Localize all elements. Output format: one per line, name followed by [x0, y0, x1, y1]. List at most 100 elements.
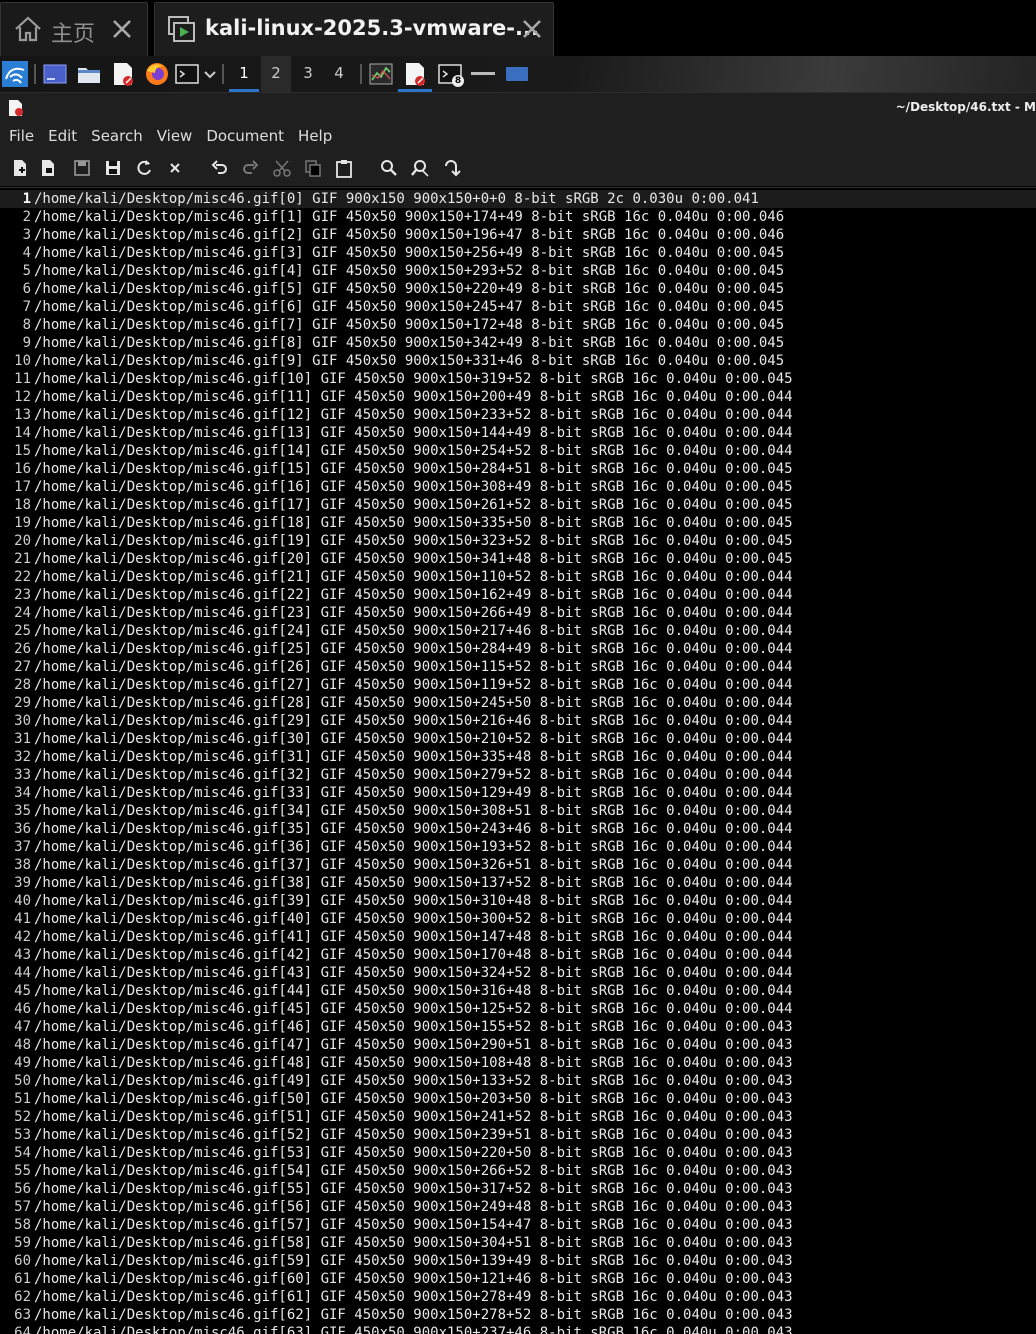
code-line[interactable]: 21/home/kali/Desktop/misc46.gif[20] GIF …	[0, 550, 1036, 568]
code-line[interactable]: 37/home/kali/Desktop/misc46.gif[36] GIF …	[0, 838, 1036, 856]
code-line[interactable]: 51/home/kali/Desktop/misc46.gif[50] GIF …	[0, 1090, 1036, 1108]
code-line[interactable]: 41/home/kali/Desktop/misc46.gif[40] GIF …	[0, 910, 1036, 928]
code-line[interactable]: 38/home/kali/Desktop/misc46.gif[37] GIF …	[0, 856, 1036, 874]
code-line[interactable]: 13/home/kali/Desktop/misc46.gif[12] GIF …	[0, 406, 1036, 424]
code-line[interactable]: 32/home/kali/Desktop/misc46.gif[31] GIF …	[0, 748, 1036, 766]
terminal-icon[interactable]	[175, 61, 199, 87]
code-line[interactable]: 15/home/kali/Desktop/misc46.gif[14] GIF …	[0, 442, 1036, 460]
code-line[interactable]: 30/home/kali/Desktop/misc46.gif[29] GIF …	[0, 712, 1036, 730]
code-line[interactable]: 22/home/kali/Desktop/misc46.gif[21] GIF …	[0, 568, 1036, 586]
firefox-icon[interactable]	[144, 61, 170, 87]
code-line[interactable]: 45/home/kali/Desktop/misc46.gif[44] GIF …	[0, 982, 1036, 1000]
code-line[interactable]: 11/home/kali/Desktop/misc46.gif[10] GIF …	[0, 370, 1036, 388]
menu-file[interactable]: File	[2, 122, 41, 150]
kali-menu-icon[interactable]	[2, 61, 28, 87]
text-editor-area[interactable]: 1/home/kali/Desktop/misc46.gif[0] GIF 90…	[0, 187, 1036, 1334]
code-line[interactable]: 28/home/kali/Desktop/misc46.gif[27] GIF …	[0, 676, 1036, 694]
code-line[interactable]: 7/home/kali/Desktop/misc46.gif[6] GIF 45…	[0, 298, 1036, 316]
undo-icon[interactable]	[210, 158, 230, 178]
reload-icon[interactable]	[134, 158, 154, 178]
close-icon[interactable]	[109, 16, 135, 42]
code-line[interactable]: 49/home/kali/Desktop/misc46.gif[48] GIF …	[0, 1054, 1036, 1072]
code-line[interactable]: 61/home/kali/Desktop/misc46.gif[60] GIF …	[0, 1270, 1036, 1288]
code-line[interactable]: 46/home/kali/Desktop/misc46.gif[45] GIF …	[0, 1000, 1036, 1018]
code-line[interactable]: 43/home/kali/Desktop/misc46.gif[42] GIF …	[0, 946, 1036, 964]
chevron-down-icon[interactable]	[202, 61, 218, 87]
menu-document[interactable]: Document	[199, 122, 291, 150]
code-line[interactable]: 40/home/kali/Desktop/misc46.gif[39] GIF …	[0, 892, 1036, 910]
code-line[interactable]: 31/home/kali/Desktop/misc46.gif[30] GIF …	[0, 730, 1036, 748]
menu-view[interactable]: View	[150, 122, 200, 150]
menu-search[interactable]: Search	[84, 122, 150, 150]
code-line[interactable]: 53/home/kali/Desktop/misc46.gif[52] GIF …	[0, 1126, 1036, 1144]
code-line[interactable]: 47/home/kali/Desktop/misc46.gif[46] GIF …	[0, 1018, 1036, 1036]
menu-edit[interactable]: Edit	[41, 122, 84, 150]
find-replace-icon[interactable]	[410, 158, 430, 178]
workspace-4[interactable]: 4	[324, 56, 354, 92]
code-line[interactable]: 52/home/kali/Desktop/misc46.gif[51] GIF …	[0, 1108, 1036, 1126]
code-line[interactable]: 62/home/kali/Desktop/misc46.gif[61] GIF …	[0, 1288, 1036, 1306]
code-line[interactable]: 60/home/kali/Desktop/misc46.gif[59] GIF …	[0, 1252, 1036, 1270]
code-line[interactable]: 39/home/kali/Desktop/misc46.gif[38] GIF …	[0, 874, 1036, 892]
text-editor-icon[interactable]	[110, 61, 136, 87]
workspace-1[interactable]: 1	[229, 56, 259, 92]
code-line[interactable]: 12/home/kali/Desktop/misc46.gif[11] GIF …	[0, 388, 1036, 406]
code-line[interactable]: 54/home/kali/Desktop/misc46.gif[53] GIF …	[0, 1144, 1036, 1162]
code-line[interactable]: 42/home/kali/Desktop/misc46.gif[41] GIF …	[0, 928, 1036, 946]
code-line[interactable]: 64/home/kali/Desktop/misc46.gif[63] GIF …	[0, 1324, 1036, 1334]
code-line[interactable]: 19/home/kali/Desktop/misc46.gif[18] GIF …	[0, 514, 1036, 532]
code-line[interactable]: 10/home/kali/Desktop/misc46.gif[9] GIF 4…	[0, 352, 1036, 370]
minimize-bar-icon[interactable]	[471, 72, 495, 75]
code-line[interactable]: 55/home/kali/Desktop/misc46.gif[54] GIF …	[0, 1162, 1036, 1180]
file-manager-icon[interactable]	[76, 61, 102, 87]
tab-home[interactable]: 主页	[0, 2, 148, 56]
taskbar-mousepad[interactable]	[398, 56, 432, 92]
search-icon[interactable]	[379, 158, 399, 178]
code-line[interactable]: 6/home/kali/Desktop/misc46.gif[5] GIF 45…	[0, 280, 1036, 298]
code-line[interactable]: 29/home/kali/Desktop/misc46.gif[28] GIF …	[0, 694, 1036, 712]
cut-icon[interactable]	[272, 158, 292, 178]
code-line[interactable]: 16/home/kali/Desktop/misc46.gif[15] GIF …	[0, 460, 1036, 478]
code-line[interactable]: 17/home/kali/Desktop/misc46.gif[16] GIF …	[0, 478, 1036, 496]
code-line[interactable]: 9/home/kali/Desktop/misc46.gif[8] GIF 45…	[0, 334, 1036, 352]
save-as-icon[interactable]	[103, 158, 123, 178]
code-line[interactable]: 24/home/kali/Desktop/misc46.gif[23] GIF …	[0, 604, 1036, 622]
new-document-icon[interactable]	[10, 158, 30, 178]
code-line[interactable]: 34/home/kali/Desktop/misc46.gif[33] GIF …	[0, 784, 1036, 802]
code-line[interactable]: 25/home/kali/Desktop/misc46.gif[24] GIF …	[0, 622, 1036, 640]
task-manager-icon[interactable]	[368, 61, 394, 87]
code-line[interactable]: 50/home/kali/Desktop/misc46.gif[49] GIF …	[0, 1072, 1036, 1090]
show-desktop-icon[interactable]	[42, 61, 68, 87]
code-line[interactable]: 33/home/kali/Desktop/misc46.gif[32] GIF …	[0, 766, 1036, 784]
code-line[interactable]: 1/home/kali/Desktop/misc46.gif[0] GIF 90…	[0, 190, 1036, 208]
window-titlebar[interactable]: ~/Desktop/46.txt - M	[0, 92, 1036, 122]
go-to-line-icon[interactable]	[441, 158, 461, 178]
code-line[interactable]: 57/home/kali/Desktop/misc46.gif[56] GIF …	[0, 1198, 1036, 1216]
code-line[interactable]: 58/home/kali/Desktop/misc46.gif[57] GIF …	[0, 1216, 1036, 1234]
new-window-icon[interactable]	[38, 158, 58, 178]
code-line[interactable]: 23/home/kali/Desktop/misc46.gif[22] GIF …	[0, 586, 1036, 604]
code-line[interactable]: 36/home/kali/Desktop/misc46.gif[35] GIF …	[0, 820, 1036, 838]
code-line[interactable]: 2/home/kali/Desktop/misc46.gif[1] GIF 45…	[0, 208, 1036, 226]
code-line[interactable]: 59/home/kali/Desktop/misc46.gif[58] GIF …	[0, 1234, 1036, 1252]
code-line[interactable]: 5/home/kali/Desktop/misc46.gif[4] GIF 45…	[0, 262, 1036, 280]
close-icon[interactable]	[519, 16, 545, 42]
code-line[interactable]: 56/home/kali/Desktop/misc46.gif[55] GIF …	[0, 1180, 1036, 1198]
code-line[interactable]: 35/home/kali/Desktop/misc46.gif[34] GIF …	[0, 802, 1036, 820]
copy-icon[interactable]	[303, 158, 323, 178]
paste-icon[interactable]	[334, 158, 354, 178]
workspace-preview-icon[interactable]	[506, 67, 528, 81]
code-line[interactable]: 63/home/kali/Desktop/misc46.gif[62] GIF …	[0, 1306, 1036, 1324]
workspace-2[interactable]: 2	[261, 56, 291, 92]
save-icon[interactable]	[72, 158, 92, 178]
code-line[interactable]: 18/home/kali/Desktop/misc46.gif[17] GIF …	[0, 496, 1036, 514]
redo-icon[interactable]	[240, 158, 260, 178]
code-line[interactable]: 20/home/kali/Desktop/misc46.gif[19] GIF …	[0, 532, 1036, 550]
code-line[interactable]: 4/home/kali/Desktop/misc46.gif[3] GIF 45…	[0, 244, 1036, 262]
close-icon[interactable]	[165, 158, 185, 178]
code-line[interactable]: 3/home/kali/Desktop/misc46.gif[2] GIF 45…	[0, 226, 1036, 244]
code-line[interactable]: 26/home/kali/Desktop/misc46.gif[25] GIF …	[0, 640, 1036, 658]
code-line[interactable]: 27/home/kali/Desktop/misc46.gif[26] GIF …	[0, 658, 1036, 676]
code-line[interactable]: 14/home/kali/Desktop/misc46.gif[13] GIF …	[0, 424, 1036, 442]
code-line[interactable]: 44/home/kali/Desktop/misc46.gif[43] GIF …	[0, 964, 1036, 982]
